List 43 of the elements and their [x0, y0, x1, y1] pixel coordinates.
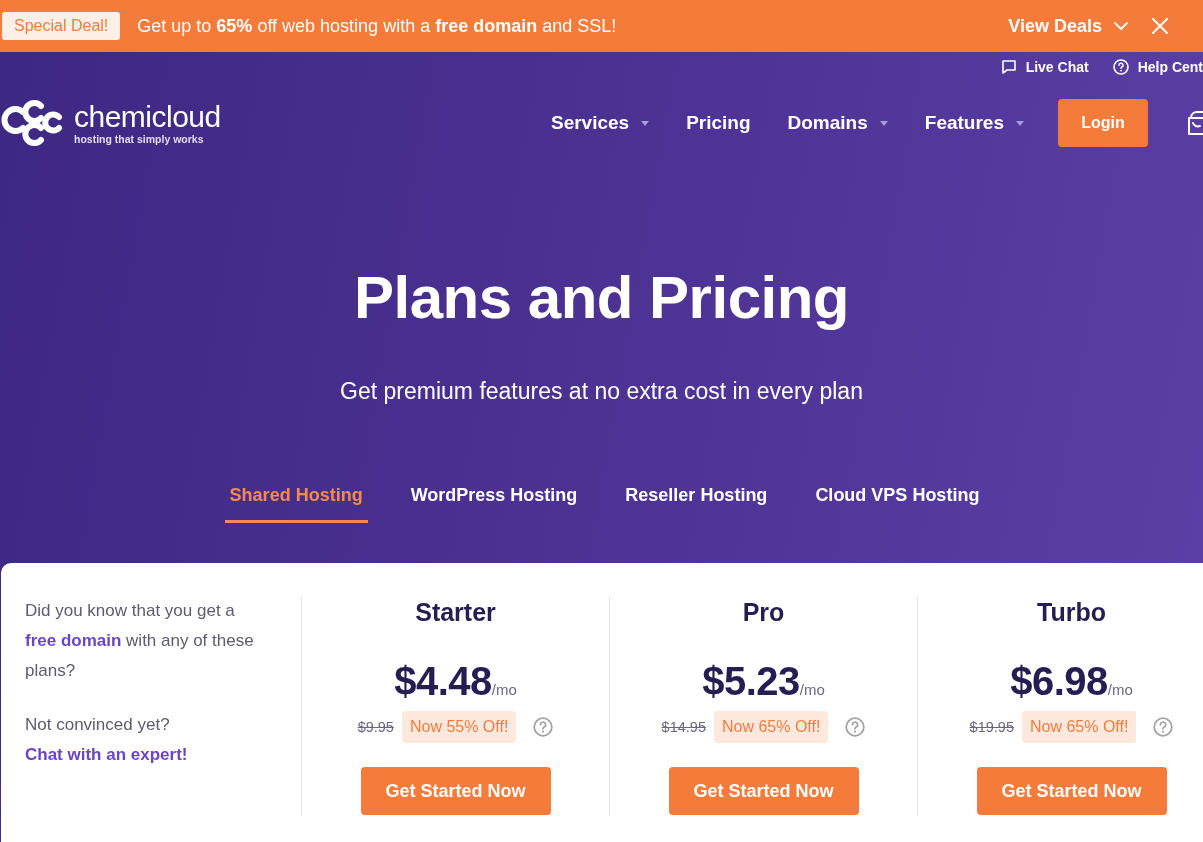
- hosting-tab[interactable]: Reseller Hosting: [620, 484, 773, 523]
- promo-message: Get up to 65% off web hosting with a free domain and SSL!: [137, 15, 617, 37]
- discount-badge: Now 65% Off!: [713, 711, 829, 743]
- nav-link[interactable]: Features: [924, 112, 1024, 134]
- chat-link[interactable]: Chat with an expert!: [25, 740, 188, 770]
- hosting-tab[interactable]: Cloud VPS Hosting: [810, 484, 985, 523]
- help-icon: [1112, 59, 1129, 75]
- info-text: Did you know that you get a free domain with any of these plans?: [25, 600, 255, 682]
- plan-name: Pro: [742, 597, 785, 627]
- price-period: /mo: [799, 681, 825, 698]
- price-period: /mo: [491, 681, 517, 698]
- hosting-tab[interactable]: WordPress Hosting: [405, 484, 583, 523]
- plan-name: Turbo: [1037, 597, 1106, 627]
- price-period: /mo: [1107, 681, 1133, 698]
- plan-price: $6.98: [1010, 658, 1108, 705]
- help-icon[interactable]: [1153, 717, 1174, 737]
- logo-icon[interactable]: [1, 100, 63, 146]
- help-icon[interactable]: [533, 717, 554, 737]
- utility-link[interactable]: Live Chat: [1000, 59, 1089, 75]
- shopping-bag-icon[interactable]: [1187, 108, 1203, 138]
- nav-link[interactable]: Services: [550, 112, 650, 134]
- logo-tagline: hosting that simply works: [74, 132, 205, 145]
- page-title: Plans and Pricing: [353, 263, 850, 333]
- page-subtitle: Get premium features at no extra cost in every plan: [339, 377, 864, 406]
- plan-price: $4.48: [394, 658, 492, 705]
- discount-badge: Now 65% Off!: [1021, 711, 1137, 743]
- utility-link[interactable]: Help Cent: [1112, 59, 1203, 75]
- old-price: $14.95: [661, 719, 706, 735]
- chat-bubble-icon: [1000, 59, 1017, 75]
- info-question: Not convinced yet?: [25, 714, 171, 736]
- plan-price: $5.23: [702, 658, 800, 705]
- plan-name: Starter: [415, 597, 496, 627]
- deal-badge: Special Deal!: [2, 12, 121, 40]
- nav-link[interactable]: Domains: [787, 112, 888, 134]
- help-icon[interactable]: [845, 717, 866, 737]
- old-price: $19.95: [969, 719, 1014, 735]
- old-price: $9.95: [357, 719, 394, 735]
- chevron-down-icon: [1114, 22, 1128, 30]
- discount-badge: Now 55% Off!: [401, 711, 517, 743]
- nav-link[interactable]: Pricing: [686, 112, 751, 134]
- logo-wordmark[interactable]: chemicloud: [74, 101, 221, 132]
- hosting-tab[interactable]: Shared Hosting: [224, 484, 368, 523]
- close-icon[interactable]: [1152, 18, 1168, 34]
